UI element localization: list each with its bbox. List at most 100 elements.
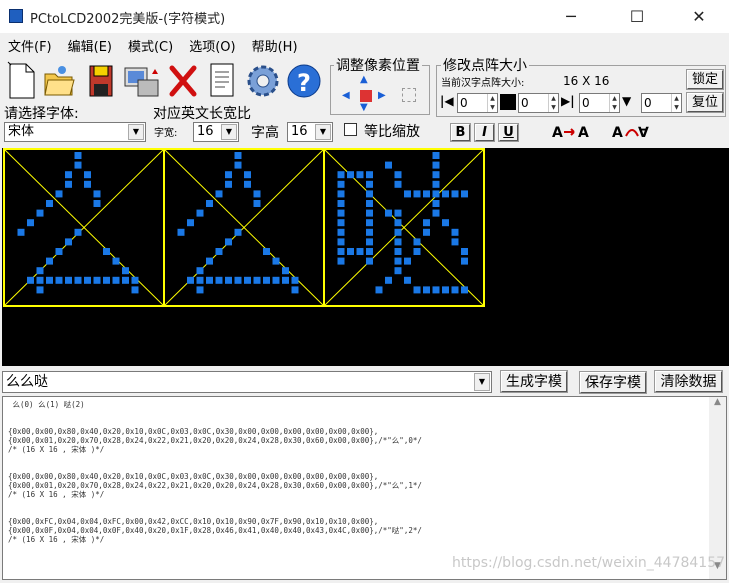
lcd-pixel: [93, 200, 101, 207]
generate-button[interactable]: 生成字模: [500, 370, 568, 393]
rotate-icon[interactable]: A ∀: [612, 122, 656, 142]
lcd-pixel: [337, 190, 345, 198]
lcd-pixel: [413, 238, 421, 246]
lcd-pixel: [253, 190, 261, 198]
document-icon[interactable]: [207, 60, 241, 100]
left-align-icon[interactable]: |◀: [440, 94, 456, 110]
lcd-pixel: [17, 228, 25, 236]
open-folder-icon[interactable]: [42, 60, 76, 100]
bold-button[interactable]: B: [450, 123, 471, 142]
lcd-pixel: [375, 286, 383, 294]
output-line: /* (16 X 16 , 宋体 )*/: [8, 535, 105, 544]
menu-options[interactable]: 选项(O): [181, 33, 243, 55]
lcd-pixel: [337, 219, 345, 227]
lcd-pixel: [366, 219, 373, 227]
lock-button[interactable]: 锁定: [686, 69, 724, 90]
char-height-select[interactable]: 16 ▼: [287, 122, 333, 142]
top-align-icon[interactable]: [500, 94, 516, 110]
matrix-spin-2[interactable]: 0 ▲ ▼: [518, 93, 559, 113]
lcd-pixel: [337, 257, 345, 265]
right-align-icon[interactable]: ▶|: [561, 94, 577, 110]
bottom-align-icon[interactable]: ▼: [622, 94, 638, 110]
lcd-pixel: [347, 248, 354, 255]
italic-button[interactable]: I: [474, 123, 495, 142]
lcd-pixel: [366, 257, 373, 265]
lcd-pixel: [234, 161, 242, 169]
window-title: PCtoLCD2002完美版-(字符模式): [30, 12, 226, 27]
matrix-size-label: 修改点阵大小: [441, 55, 529, 75]
underline-button[interactable]: U: [498, 123, 519, 142]
delete-icon[interactable]: [166, 60, 200, 100]
lcd-pixel: [291, 276, 299, 284]
lcd-pixel: [442, 286, 449, 294]
menu-mode[interactable]: 模式(C): [120, 33, 181, 55]
lcd-pixel: [74, 161, 82, 169]
reset-button[interactable]: 复位: [686, 92, 724, 113]
lcd-pixel: [74, 228, 82, 236]
lcd-pixel: [112, 276, 120, 284]
lcd-pixel: [65, 180, 72, 188]
lcd-pixel: [337, 200, 345, 207]
app-icon: [9, 9, 23, 23]
shift-right-icon[interactable]: ▶: [378, 90, 392, 102]
scroll-up-icon[interactable]: ▲: [709, 397, 726, 414]
lcd-pixel: [432, 286, 440, 294]
maximize-button[interactable]: ☐: [614, 0, 660, 33]
lcd-pixel: [27, 219, 34, 227]
clear-button[interactable]: 清除数据: [654, 370, 723, 393]
lcd-pixel: [36, 209, 44, 217]
shift-left-icon[interactable]: ◀: [342, 90, 356, 102]
text-input[interactable]: 么么哒 ▼: [2, 371, 492, 393]
menu-file[interactable]: 文件(F): [0, 33, 60, 55]
matrix-spin-4[interactable]: 0 ▲ ▼: [641, 93, 682, 113]
lcd-pixel: [366, 228, 373, 236]
lcd-pixel: [196, 267, 204, 275]
svg-text:?: ?: [297, 69, 311, 97]
char-width-select[interactable]: 16 ▼: [193, 122, 239, 142]
export-icon[interactable]: [122, 60, 159, 100]
lcd-pixel: [74, 276, 82, 284]
watermark: https://blog.csdn.net/weixin_44784157: [452, 555, 726, 571]
close-button[interactable]: ✕: [676, 0, 722, 33]
lcd-pixel: [206, 257, 213, 265]
lcd-pixel: [263, 276, 270, 284]
mirror-horizontal-icon[interactable]: AA: [552, 122, 596, 142]
shift-down-icon[interactable]: ▼: [360, 102, 374, 114]
svg-text:A: A: [578, 125, 589, 141]
text-input-dropdown-icon[interactable]: ▼: [474, 373, 490, 391]
output-line: {0x00,0x00,0x80,0x40,0x20,0x10,0x0C,0x03…: [8, 472, 379, 481]
lcd-pixel: [36, 267, 44, 275]
font-select[interactable]: 宋体 ▼: [4, 122, 146, 142]
settings-gear-icon[interactable]: [243, 60, 279, 100]
lcd-pixel: [366, 190, 373, 198]
menu-help[interactable]: 帮助(H): [244, 33, 306, 55]
lcd-preview-canvas[interactable]: [2, 148, 729, 366]
lcd-pixel: [93, 190, 101, 198]
lcd-pixel: [451, 286, 459, 294]
menu-edit[interactable]: 编辑(E): [60, 33, 120, 55]
lcd-pixel: [27, 276, 34, 284]
matrix-spin-1[interactable]: 0 ▲ ▼: [457, 93, 498, 113]
help-icon[interactable]: ?: [285, 60, 321, 100]
lcd-pixel: [394, 180, 402, 188]
lcd-pixel: [103, 276, 110, 284]
lcd-pixel: [177, 228, 185, 236]
lcd-pixel: [187, 276, 194, 284]
lcd-pixel: [432, 161, 440, 169]
proportional-checkbox[interactable]: [344, 123, 357, 136]
current-size-value: 16 X 16: [563, 74, 610, 88]
shift-up-icon[interactable]: ▲: [360, 74, 374, 86]
matrix-spin-3[interactable]: 0 ▲ ▼: [579, 93, 620, 113]
output-textarea[interactable]: 么(0) 么(1) 哒(2) {0x00,0x00,0x80,0x40,0x20…: [2, 396, 727, 580]
lcd-pixel: [65, 238, 72, 246]
new-file-icon[interactable]: [5, 60, 39, 100]
output-scrollbar[interactable]: ▲ ▼: [709, 397, 726, 579]
lcd-pixel: [122, 267, 129, 275]
output-line: {0x00,0x00,0x80,0x40,0x20,0x10,0x0C,0x03…: [8, 427, 379, 436]
lcd-pixel: [451, 190, 459, 198]
minimize-button[interactable]: ─: [548, 0, 594, 33]
shift-center-icon[interactable]: [360, 90, 372, 102]
save-icon[interactable]: [86, 60, 120, 100]
save-button[interactable]: 保存字模: [579, 371, 647, 394]
lcd-pixel: [206, 276, 213, 284]
